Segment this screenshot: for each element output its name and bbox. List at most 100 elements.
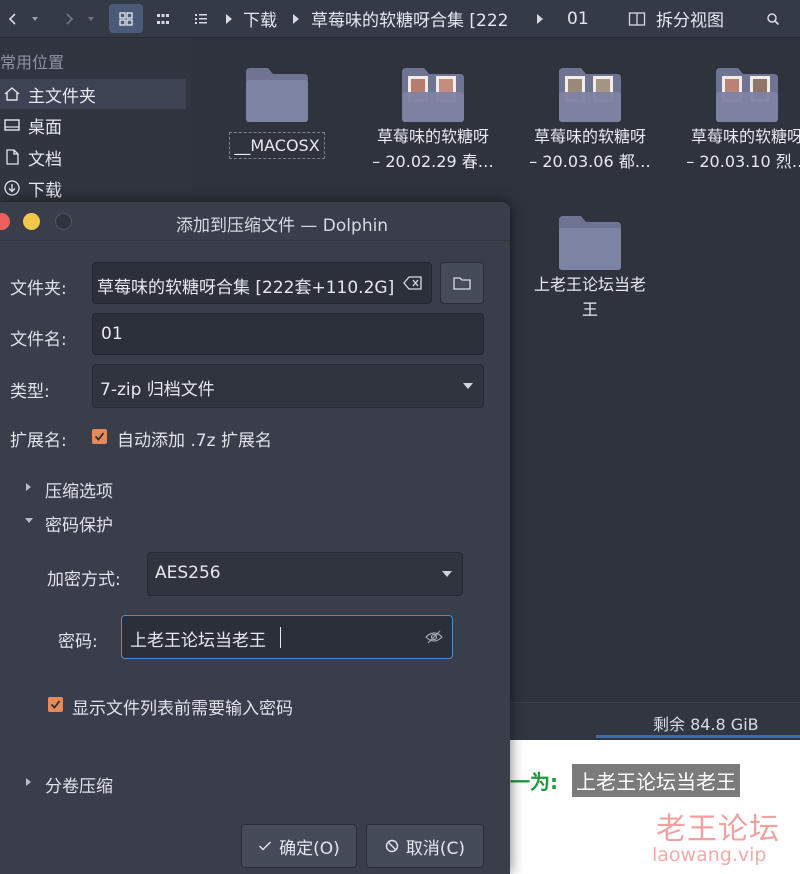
extension-label: 扩展名:: [10, 431, 67, 451]
ok-label: 确定(O): [279, 838, 340, 859]
password-value: 上老王论坛当老王: [130, 631, 266, 651]
caret-right-icon[interactable]: [26, 483, 31, 491]
auto-extension-checkbox[interactable]: [92, 429, 107, 444]
encryption-value: AES256: [155, 563, 221, 583]
compression-options-toggle[interactable]: 压缩选项: [45, 477, 113, 502]
chevron-down-icon: [463, 383, 473, 389]
details-view-button[interactable]: [188, 0, 214, 37]
free-space-bar: [596, 735, 800, 738]
file-name-line2: 王: [581, 300, 598, 319]
maximize-button[interactable]: [55, 213, 72, 230]
back-history-button[interactable]: [26, 0, 44, 37]
back-button[interactable]: [2, 0, 24, 37]
checkmark-icon: [94, 432, 105, 441]
folder-value: 草莓味的软糖呀合集 [222套+110.2G]: [97, 278, 395, 298]
search-icon: [767, 12, 780, 25]
file-item-folder-5[interactable]: 上老王论坛当老 王: [515, 214, 665, 322]
sidebar-item-label: 文档: [28, 149, 62, 170]
dialog-title: 添加到压缩文件 — Dolphin: [176, 216, 389, 236]
folder-thumbnail-icon: [402, 68, 464, 122]
filename-field[interactable]: 01: [92, 313, 484, 355]
checkmark-icon: [50, 700, 61, 709]
folder-label: 文件夹:: [10, 279, 67, 299]
close-button[interactable]: [0, 213, 10, 230]
compact-view-button[interactable]: [150, 0, 176, 37]
caret-down-icon: [32, 16, 38, 21]
hide-password-icon: [425, 630, 443, 644]
status-bar: 剩余 84.8 GiB: [510, 702, 800, 741]
web-overlay: 一为: 上老王论坛当老王 老王论坛 laowang.vip: [510, 740, 800, 874]
chevron-left-icon: [8, 12, 16, 25]
file-name-line2: – 20.02.29 春…: [372, 152, 494, 171]
sidebar-item-documents[interactable]: 文档: [0, 142, 186, 172]
file-name: __MACOSX: [229, 132, 325, 159]
breadcrumb-separator: [291, 0, 301, 37]
sidebar-item-home[interactable]: 主文件夹: [0, 79, 186, 109]
cancel-icon: [385, 839, 399, 853]
breadcrumb-separator: [535, 0, 545, 37]
grid-icon: [119, 11, 133, 26]
search-button[interactable]: [760, 0, 786, 37]
download-icon: [4, 180, 20, 196]
password-hint-label: 一为:: [510, 770, 558, 794]
caret-right-icon[interactable]: [26, 778, 31, 786]
auto-extension-label[interactable]: 自动添加 .7z 扩展名: [117, 426, 272, 451]
watermark-url: laowang.vip: [652, 844, 767, 866]
toolbar: 下载 草莓味的软糖呀合集 [222 01 拆分视图: [0, 0, 800, 38]
encryption-label: 加密方式:: [47, 570, 121, 590]
caret-right-icon: [226, 13, 232, 24]
checkmark-icon: [259, 841, 272, 851]
sidebar-item-desktop[interactable]: 桌面: [0, 110, 186, 140]
type-select[interactable]: 7-zip 归档文件: [92, 364, 484, 408]
type-value: 7-zip 归档文件: [100, 380, 215, 400]
places-heading: 常用位置: [0, 53, 65, 72]
password-label: 密码:: [58, 632, 98, 652]
list-password-checkbox[interactable]: [48, 697, 63, 712]
breadcrumb-downloads[interactable]: 下载: [243, 0, 277, 37]
cancel-button[interactable]: 取消(C): [366, 824, 484, 868]
sidebar-item-downloads[interactable]: 下载: [0, 173, 186, 203]
watermark-title: 老王论坛: [656, 812, 780, 847]
chevron-down-icon: [442, 571, 452, 577]
sidebar-item-label: 桌面: [28, 117, 62, 138]
forward-button[interactable]: [58, 0, 80, 37]
password-protection-toggle[interactable]: 密码保护: [45, 511, 113, 536]
file-item-folder-3[interactable]: 草莓味的软糖呀 – 20.03.10 烈…: [672, 66, 800, 174]
file-name-line2: – 20.03.06 都…: [529, 152, 651, 171]
file-name-line2: – 20.03.10 烈…: [686, 152, 800, 171]
file-name: 上老王论坛当老: [533, 275, 646, 294]
filename-value: 01: [101, 324, 123, 344]
sidebar-item-label: 下载: [28, 180, 62, 201]
folder-icon: [246, 68, 308, 122]
list-icon: [195, 13, 207, 24]
breadcrumb-current[interactable]: 01: [567, 0, 589, 37]
forward-history-button[interactable]: [82, 0, 100, 37]
text-cursor: [280, 627, 281, 648]
file-name: 草莓味的软糖呀: [533, 127, 646, 146]
icons-view-button[interactable]: [109, 4, 143, 33]
free-space-label: 剩余 84.8 GiB: [653, 715, 759, 734]
folder-icon: [559, 216, 621, 270]
folder-field[interactable]: 草莓味的软糖呀合集 [222套+110.2G]: [92, 262, 432, 304]
file-item-folder-1[interactable]: 草莓味的软糖呀 – 20.02.29 春…: [358, 66, 508, 174]
folder-thumbnail-icon: [716, 68, 778, 122]
password-hint-value: 上老王论坛当老王: [572, 764, 740, 797]
filename-label: 文件名:: [10, 330, 67, 350]
list-password-label[interactable]: 显示文件列表前需要输入密码: [72, 694, 293, 719]
caret-down-icon[interactable]: [25, 518, 33, 523]
places-sidebar: 常用位置 主文件夹 桌面 文档 下载: [0, 38, 190, 208]
ok-button[interactable]: 确定(O): [241, 824, 357, 868]
file-item-folder-2[interactable]: 草莓味的软糖呀 – 20.03.06 都…: [515, 66, 665, 174]
breadcrumb-collection[interactable]: 草莓味的软糖呀合集 [222: [311, 0, 523, 37]
encryption-select[interactable]: AES256: [147, 552, 463, 596]
password-field[interactable]: 上老王论坛当老王: [121, 615, 453, 659]
folder-thumbnail-icon: [559, 68, 621, 122]
minimize-button[interactable]: [23, 213, 40, 230]
split-view-button[interactable]: 拆分视图: [628, 0, 724, 37]
add-to-archive-dialog: 添加到压缩文件 — Dolphin 文件夹: 草莓味的软糖呀合集 [222套+1…: [0, 202, 510, 874]
browse-folder-button[interactable]: [440, 262, 484, 304]
file-item-macosx[interactable]: __MACOSX: [202, 66, 352, 159]
clear-icon: [403, 276, 422, 290]
split-view-label: 拆分视图: [656, 11, 724, 31]
split-volume-toggle[interactable]: 分卷压缩: [45, 772, 113, 797]
